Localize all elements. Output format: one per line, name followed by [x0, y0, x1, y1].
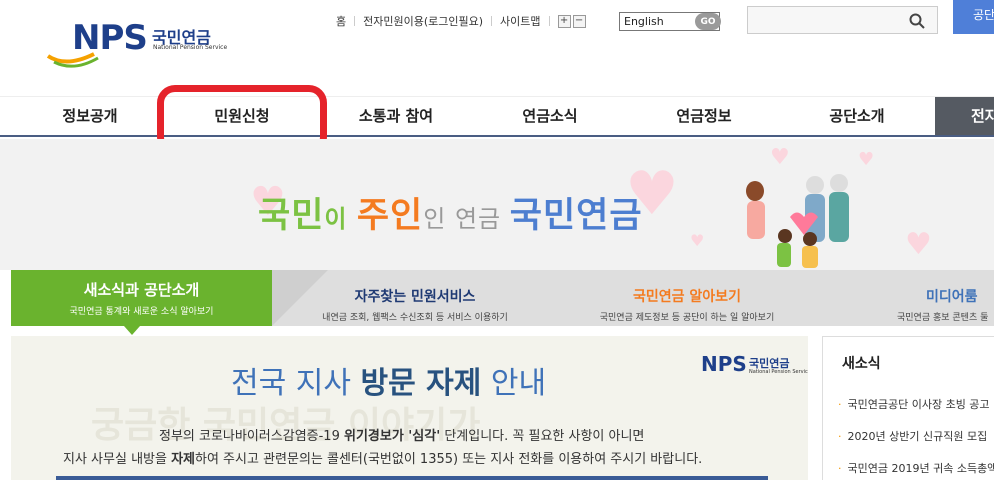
news-title: 새소식: [842, 356, 881, 372]
news-panel: 새소식 · 국민연금공단 이사장 초빙 공고 · 2020년 상반기 신규직원 모집…: [822, 336, 994, 480]
top-right-button[interactable]: 공단: [953, 0, 994, 34]
go-button[interactable]: GO: [695, 13, 721, 30]
news-item[interactable]: · 국민연금 2019년 귀속 소득총액: [838, 460, 994, 476]
slogan-part: 국민연금: [509, 196, 643, 236]
bullet-icon: ·: [838, 462, 842, 475]
nav-item-electronic[interactable]: 전자: [935, 97, 994, 135]
tab-subtitle: 국민연금 제도정보 등 공단이 하는 일 알아보기: [599, 313, 775, 323]
news-item-text: 2020년 상반기 신규직원 모집: [847, 430, 988, 443]
tab-subtitle: 국민연금 홍보 콘텐츠 둘: [897, 313, 989, 323]
notice-title-part: 전국 지사: [231, 366, 361, 401]
tab-subtitle: 내연금 조회, 웹팩스 수신조회 등 서비스 이용하기: [322, 313, 508, 323]
slogan-part: 이: [324, 205, 357, 233]
notice-logo-english: National Pension Service: [749, 369, 808, 375]
tab-subtitle: 국민연금 통계와 새로운 소식 알아보기: [69, 307, 214, 317]
notice-title-bold: 방문 자제: [360, 366, 482, 401]
tab-title: 미디어룸: [926, 289, 978, 305]
notice-text-bold: 위기경보가 '심각': [343, 429, 441, 444]
notice-logo-text: NPS: [701, 352, 747, 376]
news-item-text: 국민연금 2019년 귀속 소득총액: [847, 462, 994, 475]
search-icon[interactable]: [909, 13, 925, 29]
nav-item-communication[interactable]: 소통과 참여: [336, 97, 456, 135]
zoom-in-button[interactable]: +: [557, 14, 571, 28]
notice-title-part: 안내: [481, 366, 547, 401]
tab-active-arrow: [124, 326, 140, 335]
slogan-part: 국민: [258, 196, 325, 236]
notice-text-bold: 자제: [171, 452, 195, 467]
notice-text: 하여 주시고 관련문의는 콜센터(국번없이 1355) 또는 지사 전화를 이용…: [195, 452, 703, 467]
bullet-icon: ·: [838, 398, 842, 411]
zoom-out-button[interactable]: −: [572, 14, 586, 28]
search-input[interactable]: [747, 6, 938, 34]
utility-bar: 홈 전자민원이용(로그인필요) 사이트맵 + −: [336, 12, 588, 30]
nav-item-pension-news[interactable]: 연금소식: [490, 97, 610, 135]
heart-icon: ♥: [690, 231, 705, 250]
notice-line-1: 정부의 코로나바이러스감염증-19 위기경보가 '심각' 단계입니다. 꼭 필요…: [159, 425, 644, 444]
news-item-text: 국민연금공단 이사장 초빙 공고: [847, 398, 990, 411]
tab-title: 국민연금 알아보기: [633, 289, 741, 305]
slogan-part: 주인: [356, 196, 424, 236]
divider: [548, 16, 550, 26]
tab-frequent-services[interactable]: 자주찾는 민원서비스 내연금 조회, 웹팩스 수신조회 등 서비스 이용하기: [300, 270, 530, 326]
tab-news-about[interactable]: 새소식과 공단소개 국민연금 통계와 새로운 소식 알아보기: [11, 270, 272, 326]
util-link-e-civil[interactable]: 전자민원이용(로그인필요): [363, 13, 483, 29]
bullet-icon: ·: [838, 430, 842, 443]
nav-item-info-disclosure[interactable]: 정보공개: [30, 97, 150, 135]
tab-learn-pension[interactable]: 국민연금 알아보기 국민연금 제도정보 등 공단이 하는 일 알아보기: [572, 270, 802, 326]
nps-logo[interactable]: NPS 국민연금 National Pension Service: [44, 16, 244, 78]
family-illustration: [746, 174, 849, 268]
notice-nps-logo: NPS 국민연금 National Pension Service: [687, 352, 808, 380]
notice-bottom-bar: [56, 476, 768, 480]
tab-media-room[interactable]: 미디어룸 국민연금 홍보 콘텐츠 둘: [890, 270, 994, 326]
notice-text: 단계입니다. 꼭 필요한 사항이 아니면: [440, 429, 645, 444]
visit-notice-banner[interactable]: 궁금한 국민연금 이야기가 NPS 국민연금 National Pension …: [11, 336, 808, 480]
tab-title: 자주찾는 민원서비스: [354, 289, 476, 305]
nav-item-about[interactable]: 공단소개: [797, 97, 917, 135]
banner-slogan: 국민이 주인인 연금 국민연금: [258, 187, 643, 238]
notice-text: 정부의 코로나바이러스감염증-19: [159, 429, 344, 444]
language-selected: English: [624, 15, 664, 28]
main-nav: 정보공개 민원신청 소통과 참여 연금소식 연금정보 공단소개 전자: [0, 97, 994, 137]
hero-banner: ♥ ♥ ♥ ♥ ♥ ♥ 국민이 주인인 연금 국민연금: [0, 139, 994, 270]
heart-icon: ♥: [905, 227, 932, 262]
news-item[interactable]: · 국민연금공단 이사장 초빙 공고: [838, 396, 990, 412]
notice-line-2: 지사 사무실 내방을 자제하여 주시고 관련문의는 콜센터(국번없이 1355)…: [63, 448, 702, 467]
util-link-home[interactable]: 홈: [336, 13, 346, 29]
logo-text: NPS: [72, 18, 148, 58]
news-item[interactable]: · 2020년 상반기 신규직원 모집: [838, 428, 987, 444]
notice-text: 지사 사무실 내방을: [63, 452, 172, 467]
divider: [491, 16, 493, 26]
logo-english: National Pension Service: [153, 44, 228, 51]
util-link-sitemap[interactable]: 사이트맵: [500, 13, 540, 29]
notice-title: 전국 지사 방문 자제 안내: [231, 358, 546, 402]
tab-title: 새소식과 공단소개: [83, 281, 200, 299]
nav-item-pension-info[interactable]: 연금정보: [644, 97, 764, 135]
slogan-part: 인 연금: [423, 205, 510, 233]
divider: [354, 16, 356, 26]
